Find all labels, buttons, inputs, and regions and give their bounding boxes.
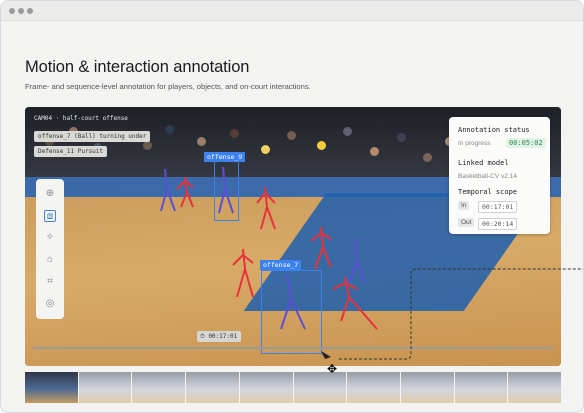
- film-frame[interactable]: [78, 372, 132, 403]
- time-chip-value: 00:17:01: [208, 333, 238, 340]
- in-label: In: [458, 201, 470, 210]
- bounding-box-icon[interactable]: ⧈: [44, 210, 56, 222]
- status-title: Annotation status: [458, 126, 530, 134]
- title-bar: [1, 1, 583, 21]
- person-icon[interactable]: ◎: [44, 298, 56, 310]
- window-dot-icon[interactable]: [27, 8, 33, 14]
- annotation-status-panel: Annotation status In progress 00:05:02 L…: [449, 117, 550, 234]
- window-dot-icon[interactable]: [9, 8, 15, 14]
- box-label: offense_7: [260, 260, 302, 270]
- status-state: In progress: [458, 140, 491, 147]
- tag-icon[interactable]: ⌂: [44, 254, 56, 266]
- film-frame[interactable]: [239, 372, 293, 403]
- film-frame[interactable]: [25, 372, 78, 403]
- track-icon[interactable]: ⌗: [44, 276, 56, 288]
- film-frame[interactable]: [508, 372, 562, 403]
- in-time-field[interactable]: 00:17:01: [478, 201, 518, 213]
- scope-title: Temporal scope: [458, 188, 518, 196]
- bounding-box[interactable]: [261, 270, 322, 354]
- film-frame[interactable]: [454, 372, 508, 403]
- model-name: Basketball-CV v2.14: [458, 173, 517, 180]
- film-frame[interactable]: [186, 372, 239, 403]
- filmstrip[interactable]: [25, 372, 562, 403]
- film-frame[interactable]: [347, 372, 400, 403]
- tag-chip[interactable]: Defense_11 Pursuit: [34, 146, 108, 157]
- window-dot-icon[interactable]: [18, 8, 24, 14]
- clock-icon: ⏱: [200, 333, 205, 340]
- out-label: Out: [458, 218, 475, 227]
- elapsed-time: 00:05:02: [506, 138, 546, 148]
- camera-label: CAM04 · half-court offense: [34, 115, 128, 122]
- connector-line: ✥: [321, 268, 583, 375]
- add-icon[interactable]: ⊕: [44, 188, 56, 200]
- box-label: offense_9: [204, 152, 246, 162]
- page-subtitle: Frame- and sequence-level annotation for…: [25, 82, 311, 91]
- film-frame[interactable]: [400, 372, 454, 403]
- bounding-box[interactable]: [214, 161, 239, 221]
- annotation-toolbar: ⊕ ⧈ ✧ ⌂ ⌗ ◎: [36, 179, 64, 319]
- tag-chip[interactable]: offense_7 (Ball) turning under: [34, 131, 151, 142]
- model-title: Linked model: [458, 159, 509, 167]
- film-frame[interactable]: [293, 372, 347, 403]
- time-chip[interactable]: ⏱ 00:17:01: [197, 331, 241, 342]
- browser-window: Motion & interaction annotation Frame- a…: [0, 0, 584, 413]
- film-frame[interactable]: [132, 372, 186, 403]
- page-title: Motion & interaction annotation: [25, 58, 250, 76]
- keypoint-icon[interactable]: ✧: [44, 232, 56, 244]
- out-time-field[interactable]: 00:20:14: [478, 218, 518, 230]
